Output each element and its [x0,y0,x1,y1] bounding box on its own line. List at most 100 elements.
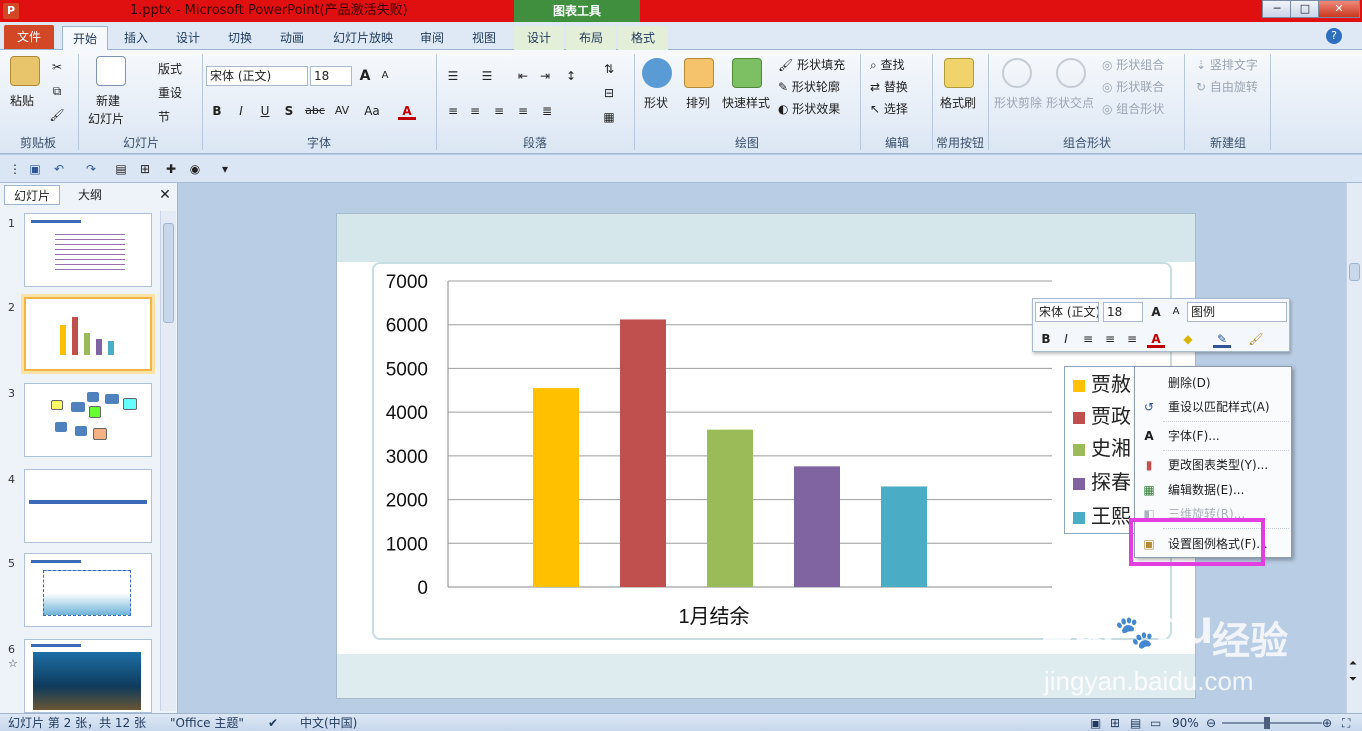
pane-scroll-thumb[interactable] [163,223,174,323]
powerpoint-icon[interactable]: P [3,3,19,19]
mini-outline-color-icon[interactable]: ✎ [1213,330,1231,348]
bar-5[interactable] [881,486,927,587]
find-button[interactable]: ⌕ 查找 [870,56,905,73]
help-icon[interactable]: ? [1326,28,1342,44]
bar-2[interactable] [620,319,666,587]
align-text-icon[interactable]: ⊟ [600,84,618,102]
slide-thumbnail-6[interactable] [24,639,152,713]
text-direction-icon[interactable]: ⇅ [600,60,618,78]
group-shapes-button[interactable]: ◎ 组合形状 [1102,100,1164,117]
mini-align-right-icon[interactable]: ≡ [1123,330,1141,348]
mini-align-left-icon[interactable]: ≡ [1079,330,1097,348]
new-slide-label[interactable]: 新建 [96,92,120,109]
tab-review[interactable]: 审阅 [410,26,454,50]
tab-outline-pane[interactable]: 大纲 [62,185,118,205]
bar-3[interactable] [707,429,753,587]
italic-button[interactable]: I [232,102,250,120]
shape-clip-button[interactable]: 形状剪除 [994,94,1042,111]
mini-shrink-font-icon[interactable]: A [1167,303,1185,321]
language-status[interactable]: 中文(中国) [300,714,357,731]
zoom-in-icon[interactable]: ⊕ [1322,714,1332,731]
change-case-button[interactable]: Aa [360,102,384,120]
theme-name[interactable]: "Office 主题" [170,714,244,731]
qat-crosshair-icon[interactable]: ✚ [162,160,180,178]
mini-size-combo[interactable]: 18 [1103,302,1143,322]
slide-thumbnail-4[interactable] [24,469,152,543]
chart-element-combo[interactable]: 图例 [1187,302,1287,322]
zoom-level[interactable]: 90% [1172,714,1199,731]
slide-scrollbar[interactable]: ⏶ ⏷ [1346,183,1362,713]
mini-align-center-icon[interactable]: ≡ [1101,330,1119,348]
numbering-icon[interactable]: ☰ [478,67,496,85]
shadow-button[interactable]: S [280,102,298,120]
undo-icon[interactable]: ↶ [50,160,68,178]
replace-button[interactable]: ⇄ 替换 [870,78,908,95]
close-button[interactable]: ✕ [1318,0,1360,18]
menu-item-delete[interactable]: 删除(D) [1135,371,1291,395]
maximize-button[interactable]: □ [1290,0,1320,18]
reading-view-icon[interactable]: ▤ [1130,714,1141,731]
qat-tool-icon[interactable]: ▤ [112,160,130,178]
qat-align-icon[interactable]: ⊞ [136,160,154,178]
mini-bold-button[interactable]: B [1037,330,1055,348]
sorter-view-icon[interactable]: ⊞ [1110,714,1120,731]
prev-slide-icon[interactable]: ⏶ [1349,659,1357,669]
decrease-indent-icon[interactable]: ⇤ [514,67,532,85]
save-icon[interactable]: ▣ [26,160,44,178]
section-button[interactable]: 节 [158,108,170,125]
spellcheck-icon[interactable]: ✔ [268,714,278,731]
tab-home[interactable]: 开始 [62,26,108,50]
bold-button[interactable]: B [208,102,226,120]
slide-thumbnail-5[interactable] [24,553,152,627]
justify-icon[interactable]: ≡ [514,102,532,120]
tab-file[interactable]: 文件 [4,25,54,49]
shape-union-button[interactable]: ◎ 形状联合 [1102,78,1164,95]
slide-thumbnail-3[interactable] [24,383,152,457]
tab-chart-format[interactable]: 格式 [618,26,668,50]
shrink-font-button[interactable]: A [376,67,394,85]
chart-bars[interactable] [533,319,927,587]
distributed-icon[interactable]: ≣ [538,102,556,120]
free-rotate-button[interactable]: ↻ 自由旋转 [1196,78,1258,95]
menu-item-font[interactable]: A 字体(F)... [1135,424,1291,448]
pane-scrollbar[interactable] [160,211,176,711]
qat-shape-icon[interactable]: ◉ [186,160,204,178]
bar-1[interactable] [533,388,579,587]
mini-grow-font-icon[interactable]: A [1147,303,1165,321]
mini-font-combo[interactable]: 宋体 (正文) [1035,302,1099,322]
shape-outline-button[interactable]: ✎ 形状轮廓 [778,78,840,95]
shapes-button[interactable]: 形状 [644,94,668,111]
strikethrough-button[interactable]: abc [302,102,328,120]
reset-button[interactable]: 重设 [158,84,182,101]
shape-effects-button[interactable]: ◐ 形状效果 [778,100,840,117]
underline-button[interactable]: U [256,102,274,120]
format-painter-button[interactable]: 格式刷 [940,94,976,111]
tab-transitions[interactable]: 切换 [218,26,262,50]
font-size-combo[interactable]: 18 [310,66,352,86]
slide-scroll-thumb[interactable] [1349,263,1360,281]
bar-4[interactable] [794,466,840,587]
font-name-combo[interactable]: 宋体 (正文) [206,66,308,86]
tab-animations[interactable]: 动画 [270,26,314,50]
menu-item-change-chart-type[interactable]: ▮ 更改图表类型(Y)... [1135,453,1291,477]
line-spacing-icon[interactable]: ↕ [562,67,580,85]
shape-intersect-button[interactable]: 形状交点 [1046,94,1094,111]
shape-combine-button[interactable]: ◎ 形状组合 [1102,56,1164,73]
shape-fill-button[interactable]: 🖌 形状填充 [778,56,845,73]
layout-button[interactable]: 版式 [158,60,182,77]
chart-legend[interactable]: 贾赦 贾政 史湘 探春 王熙 [1064,366,1136,534]
tab-chart-design[interactable]: 设计 [514,26,564,50]
quick-styles-button[interactable]: 快速样式 [722,94,770,111]
paste-button[interactable]: 粘贴 [10,92,34,109]
slideshow-view-icon[interactable]: ▭ [1150,714,1161,731]
slide-thumbnail-2[interactable] [24,297,152,371]
minimize-button[interactable]: ─ [1262,0,1292,18]
char-spacing-button[interactable]: AV [330,102,354,120]
format-painter-small-icon[interactable]: 🖌 [48,106,66,124]
pane-close-button[interactable]: ✕ [156,185,174,205]
align-center-icon[interactable]: ≡ [466,102,484,120]
tab-slideshow[interactable]: 幻灯片放映 [326,26,400,50]
tab-insert[interactable]: 插入 [114,26,158,50]
tab-design[interactable]: 设计 [166,26,210,50]
select-button[interactable]: ↖ 选择 [870,100,908,117]
